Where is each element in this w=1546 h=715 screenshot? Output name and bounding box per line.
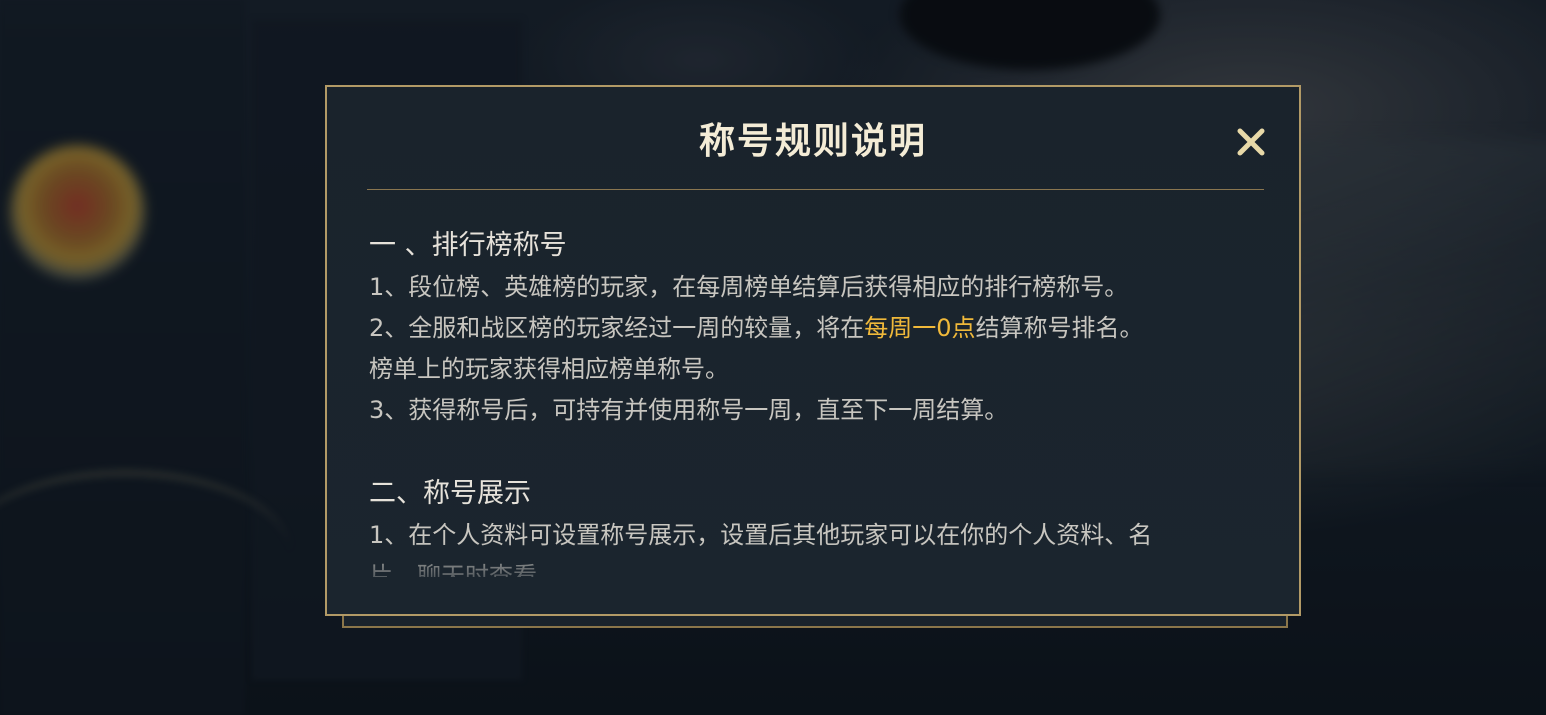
close-icon	[1237, 128, 1265, 156]
rule-line: 2、全服和战区榜的玩家经过一周的较量，将在每周一0点结算称号排名。	[369, 308, 1269, 349]
close-button[interactable]	[1226, 117, 1276, 167]
title-divider	[367, 189, 1264, 190]
rule-line: 1、在个人资料可设置称号展示，设置后其他玩家可以在你的个人资料、名	[369, 521, 1153, 549]
rule-line: 3、获得称号后，可持有并使用称号一周，直至下一周结算。	[369, 396, 1009, 424]
highlighted-time: 每周一0点	[864, 314, 976, 342]
rule-line: 片、聊天时查看	[369, 562, 537, 577]
rules-scroll-area[interactable]: 一 、排行榜称号 1、段位榜、英雄榜的玩家，在每周榜单结算后获得相应的排行榜称号…	[369, 225, 1269, 577]
section-heading-ranking-titles: 一 、排行榜称号	[369, 230, 567, 261]
rule-line-text: 结算称号排名。	[975, 314, 1144, 342]
rule-line: 1、段位榜、英雄榜的玩家，在每周榜单结算后获得相应的排行榜称号。	[369, 273, 1129, 301]
game-screen: 称号规则说明 一 、排行榜称号 1、段位榜、英雄榜的玩家，在每周榜单结算后获得相…	[0, 0, 1546, 715]
rule-line: 榜单上的玩家获得相应榜单称号。	[369, 355, 729, 383]
dialog-title: 称号规则说明	[698, 121, 927, 162]
rule-line-text: 2、全服和战区榜的玩家经过一周的较量，将在	[369, 314, 865, 342]
section-heading-title-display: 二、称号展示	[369, 478, 531, 509]
title-rules-dialog: 称号规则说明 一 、排行榜称号 1、段位榜、英雄榜的玩家，在每周榜单结算后获得相…	[325, 85, 1301, 616]
